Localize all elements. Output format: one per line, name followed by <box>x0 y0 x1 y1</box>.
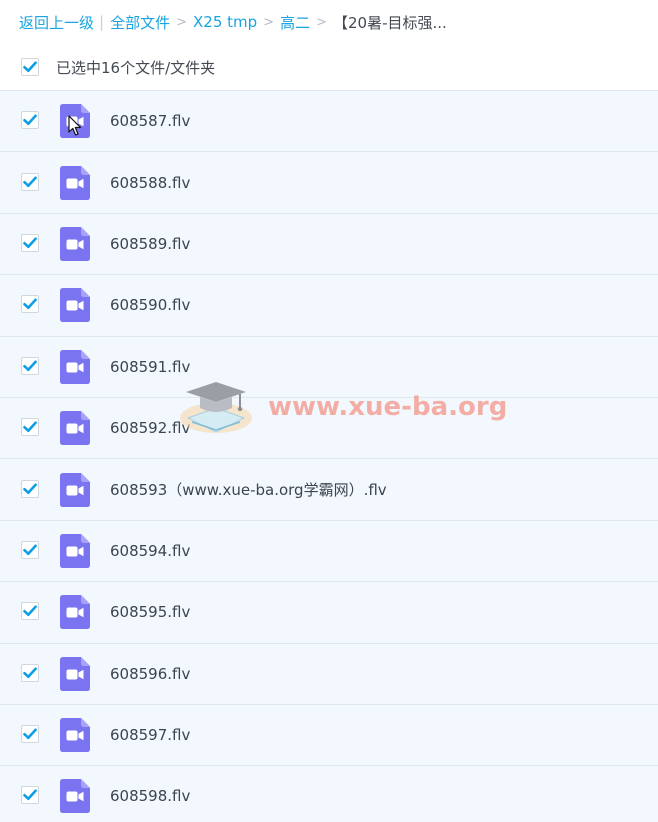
file-name[interactable]: 608598.flv <box>110 787 190 805</box>
file-name[interactable]: 608590.flv <box>110 296 190 314</box>
file-row[interactable]: 608597.flv <box>0 703 658 766</box>
breadcrumb-item-all-files[interactable]: 全部文件 <box>110 12 170 33</box>
file-checkbox[interactable] <box>21 356 39 375</box>
file-name[interactable]: 608591.flv <box>110 358 190 376</box>
file-row[interactable]: 608589.flv <box>0 212 658 275</box>
video-file-icon <box>60 779 90 814</box>
video-file-icon <box>60 411 90 446</box>
file-name[interactable]: 608592.flv <box>110 419 190 437</box>
file-checkbox[interactable] <box>21 233 39 252</box>
video-file-icon <box>60 165 90 200</box>
breadcrumb-pipe: | <box>99 13 105 31</box>
video-file-icon <box>60 104 90 139</box>
file-name[interactable]: 608596.flv <box>110 665 190 683</box>
file-name[interactable]: 608597.flv <box>110 726 190 744</box>
breadcrumb-item-grade[interactable]: 高二 <box>280 12 310 33</box>
check-icon <box>23 176 37 187</box>
file-name[interactable]: 608593（www.xue-ba.org学霸网）.flv <box>110 479 387 500</box>
file-name[interactable]: 608595.flv <box>110 603 190 621</box>
file-checkbox[interactable] <box>21 540 39 559</box>
file-row[interactable]: 608588.flv <box>0 151 658 213</box>
file-row[interactable]: 608587.flv <box>0 90 658 152</box>
file-checkbox[interactable] <box>21 663 39 682</box>
back-link[interactable]: 返回上一级 <box>19 12 94 33</box>
selection-count-label: 已选中16个文件/文件夹 <box>56 58 216 77</box>
video-file-icon <box>60 226 90 261</box>
chevron-right-icon: > <box>316 14 327 30</box>
file-row[interactable]: 608594.flv <box>0 519 658 582</box>
video-file-icon <box>60 533 90 568</box>
video-file-icon <box>60 411 90 446</box>
file-checkbox[interactable] <box>21 602 39 621</box>
file-name[interactable]: 608587.flv <box>110 112 190 130</box>
file-row[interactable]: 608596.flv <box>0 642 658 704</box>
check-icon <box>23 61 37 73</box>
file-checkbox[interactable] <box>21 725 39 744</box>
file-row[interactable]: 608593（www.xue-ba.org学霸网）.flv <box>0 458 658 520</box>
file-row[interactable]: 608591.flv <box>0 335 658 397</box>
breadcrumb-current: 【20暑-目标强... <box>332 13 447 32</box>
check-icon <box>23 483 37 494</box>
file-name[interactable]: 608588.flv <box>110 174 190 192</box>
check-icon <box>23 605 37 617</box>
check-icon <box>23 789 37 801</box>
video-file-icon <box>60 718 90 753</box>
video-file-icon <box>60 718 90 753</box>
check-icon <box>23 544 37 556</box>
video-file-icon <box>60 656 90 691</box>
check-icon <box>23 360 37 371</box>
file-checkbox[interactable] <box>21 111 39 130</box>
check-icon <box>23 421 37 433</box>
file-row[interactable]: 608598.flv <box>0 765 658 822</box>
file-checkbox[interactable] <box>21 418 39 437</box>
chevron-right-icon: > <box>263 14 275 30</box>
file-row[interactable]: 608595.flv <box>0 581 658 643</box>
breadcrumb: 返回上一级 | 全部文件 > X25 tmp > 高二 > 【20暑-目标强..… <box>19 10 447 34</box>
breadcrumb-item-x25-tmp[interactable]: X25 tmp <box>193 13 257 31</box>
check-icon <box>23 114 37 126</box>
video-file-icon <box>60 779 90 814</box>
chevron-right-icon: > <box>176 14 187 30</box>
video-file-icon <box>60 595 90 630</box>
video-file-icon <box>60 595 90 630</box>
video-file-icon <box>60 472 90 507</box>
video-file-icon <box>60 288 90 323</box>
video-file-icon <box>60 104 90 139</box>
file-checkbox[interactable] <box>21 479 39 498</box>
file-browser-page: 返回上一级 | 全部文件 > X25 tmp > 高二 > 【20暑-目标强..… <box>0 0 658 822</box>
video-file-icon <box>60 288 90 323</box>
check-icon <box>23 237 37 249</box>
file-row[interactable]: 608592.flv <box>0 396 658 459</box>
selection-header: 已选中16个文件/文件夹 <box>0 46 658 88</box>
video-file-icon <box>60 656 90 691</box>
check-icon <box>23 667 37 678</box>
file-checkbox[interactable] <box>21 786 39 805</box>
video-file-icon <box>60 533 90 568</box>
video-file-icon <box>60 226 90 261</box>
check-icon <box>23 728 37 740</box>
file-checkbox[interactable] <box>21 295 39 314</box>
file-list: 608587.flv 608588.flv 608589.flv 608590.flv… <box>0 90 658 822</box>
video-file-icon <box>60 349 90 384</box>
select-all-checkbox[interactable] <box>21 58 39 76</box>
file-row[interactable]: 608590.flv <box>0 274 658 336</box>
check-icon <box>23 298 37 310</box>
video-file-icon <box>60 165 90 200</box>
file-name[interactable]: 608589.flv <box>110 235 190 253</box>
video-file-icon <box>60 472 90 507</box>
file-name[interactable]: 608594.flv <box>110 542 190 560</box>
video-file-icon <box>60 349 90 384</box>
file-checkbox[interactable] <box>21 172 39 191</box>
